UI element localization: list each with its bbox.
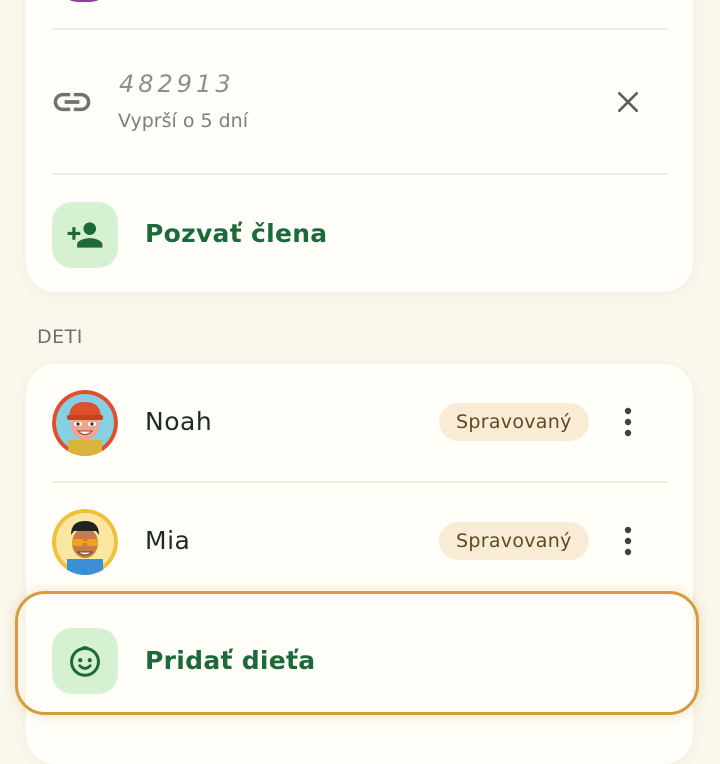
more-vert-icon <box>624 526 632 556</box>
child-name[interactable]: Noah <box>145 407 212 436</box>
more-vert-icon <box>624 407 632 437</box>
invite-expiry: Vyprší o 5 dní <box>118 110 248 132</box>
person-add-icon <box>67 222 103 248</box>
invite-member-label[interactable]: Pozvať člena <box>145 219 327 248</box>
invite-member-button[interactable] <box>52 202 118 268</box>
link-icon <box>50 80 94 124</box>
add-child-label[interactable]: Pridať dieťa <box>145 646 315 675</box>
avatar <box>52 390 118 456</box>
child-face-icon <box>70 646 100 677</box>
avatar <box>52 509 118 575</box>
status-badge: Spravovaný <box>439 522 589 560</box>
status-badge: Spravovaný <box>439 403 589 441</box>
children-card <box>26 364 693 764</box>
divider <box>52 481 668 483</box>
close-icon <box>618 92 638 112</box>
child-name[interactable]: Mia <box>145 526 190 555</box>
divider <box>52 28 668 30</box>
more-options-button[interactable] <box>606 519 650 563</box>
add-child-button[interactable] <box>52 628 118 694</box>
members-card <box>26 0 693 292</box>
more-options-button[interactable] <box>606 400 650 444</box>
invite-code: 482913 <box>119 70 235 98</box>
divider <box>52 173 668 175</box>
revoke-invite-button[interactable] <box>604 78 652 126</box>
section-title-children: DETI <box>37 326 83 348</box>
